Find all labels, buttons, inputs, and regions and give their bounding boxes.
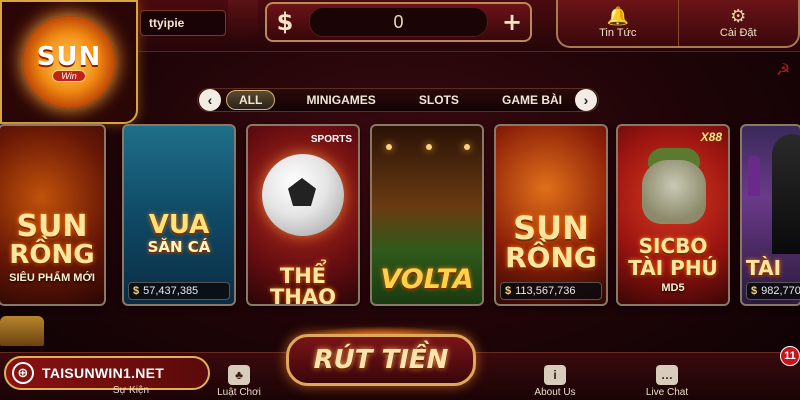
nav-chat-label: Live Chat: [645, 387, 689, 398]
dollar-icon: $: [133, 285, 140, 297]
stadium-light: [386, 144, 392, 150]
bell-icon: 🔔: [606, 6, 629, 26]
jackpot-display: $ 57,437,385: [128, 282, 230, 300]
jackpot-display: $ 113,567,736: [500, 282, 602, 300]
category-filter-bar: ‹ ALL MINIGAMES SLOTS GAME BÀI ›: [197, 88, 599, 112]
sports-badge: SPORTS: [310, 134, 352, 145]
game-card-the-thao[interactable]: SPORTS THỂ THAO: [246, 124, 360, 306]
gear-icon: ⚙: [730, 6, 747, 26]
game-title-line2: SĂN CÁ: [147, 238, 211, 256]
stadium-light: [464, 144, 470, 150]
tab-news-label: Tin Tức: [599, 27, 637, 39]
football-icon: [262, 154, 344, 236]
nav-about-label: About Us: [534, 387, 576, 398]
nav-live-chat[interactable]: … Live Chat: [632, 358, 702, 398]
game-card-vua-san-ca[interactable]: VUA SĂN CÁ $ 57,437,385: [122, 124, 236, 306]
game-subtitle: MD5: [661, 282, 685, 294]
add-funds-button[interactable]: +: [494, 5, 530, 39]
game-card-sicbo-tai-phu[interactable]: X88 SICBO TÀI PHÚ MD5: [616, 124, 730, 306]
balance-panel: $ 0 +: [265, 2, 532, 42]
nav-events[interactable]: Sự Kiện: [96, 362, 166, 396]
category-slots[interactable]: SLOTS: [407, 90, 471, 110]
game-title: TÀI: [746, 256, 782, 280]
game-title-line2: RỒNG: [505, 241, 597, 274]
game-title: VOLTA: [380, 264, 474, 295]
info-icon: i: [544, 365, 566, 385]
nav-rules-label: Luật Chơi: [217, 387, 261, 398]
chevron-left-icon[interactable]: ‹: [199, 89, 221, 111]
category-minigames[interactable]: MINIGAMES: [294, 90, 387, 110]
game-title-line2: TÀI PHÚ: [628, 256, 718, 280]
chat-icon: …: [656, 365, 678, 385]
game-title: VUA: [148, 210, 210, 240]
nav-events-label: Sự Kiện: [112, 385, 150, 396]
header-right-tabs: 🔔 Tin Tức ⚙ Cài Đặt: [556, 0, 800, 48]
game-subtitle: SIÊU PHẨM MỚI: [9, 272, 95, 284]
withdraw-button[interactable]: RÚT TIỀN: [286, 334, 476, 386]
jackpot-value: 982,770,83: [761, 285, 800, 297]
x88-badge: X88: [700, 130, 722, 144]
username-display[interactable]: ttyipie: [140, 10, 226, 36]
user-menu-tab[interactable]: [228, 0, 258, 40]
game-card-sun-rong-2[interactable]: SUN RỒNG $ 113,567,736: [494, 124, 608, 306]
tab-news[interactable]: 🔔 Tin Tức: [558, 0, 678, 46]
jackpot-value: 113,567,736: [515, 285, 576, 297]
game-card-sun-rong[interactable]: SUN RỒNG SIÊU PHẨM MỚI: [0, 124, 106, 306]
game-title: SICBO: [638, 234, 708, 258]
globe-icon: ⊕: [12, 362, 34, 384]
dollar-icon: $: [276, 8, 294, 36]
tank-decoration: [0, 316, 44, 346]
rulebook-icon: ♣: [228, 365, 250, 385]
game-card-volta[interactable]: VOLTA: [370, 124, 484, 306]
stadium-light: [426, 144, 432, 150]
tab-settings-label: Cài Đặt: [719, 27, 757, 39]
logo-sun-emblem: SUN Win: [23, 16, 115, 108]
game-title: SUN: [513, 209, 589, 247]
game-title: THỂ THAO: [269, 264, 336, 306]
category-all[interactable]: ALL: [226, 90, 276, 110]
jackpot-display: $ 982,770,83: [746, 282, 800, 300]
notification-badge[interactable]: 11: [780, 346, 800, 366]
game-title-line2: RỒNG: [9, 240, 95, 270]
bottle-icon: [748, 156, 760, 196]
dollar-icon: $: [505, 285, 512, 297]
chevron-right-icon[interactable]: ›: [575, 89, 598, 111]
tab-settings[interactable]: ⚙ Cài Đặt: [677, 0, 799, 46]
nav-about-us[interactable]: i About Us: [520, 358, 590, 398]
jackpot-value: 57,437,385: [143, 285, 199, 297]
logo-subtext: Win: [52, 70, 86, 82]
app-logo[interactable]: SUN Win: [0, 0, 138, 124]
hammer-sickle-icon: ☭: [776, 62, 791, 79]
balance-value: 0: [309, 7, 488, 37]
game-title: SUN: [16, 209, 88, 244]
game-card-tai-xiu[interactable]: TÀI $ 982,770,83: [740, 124, 800, 306]
frog-mascot-icon: [642, 160, 706, 224]
logo-text: SUN: [36, 42, 102, 72]
category-game-bai[interactable]: GAME BÀI: [490, 90, 574, 110]
nav-rules[interactable]: ♣ Luật Chơi: [204, 358, 274, 398]
dealer-figure: [772, 134, 800, 254]
dollar-icon: $: [751, 285, 758, 297]
